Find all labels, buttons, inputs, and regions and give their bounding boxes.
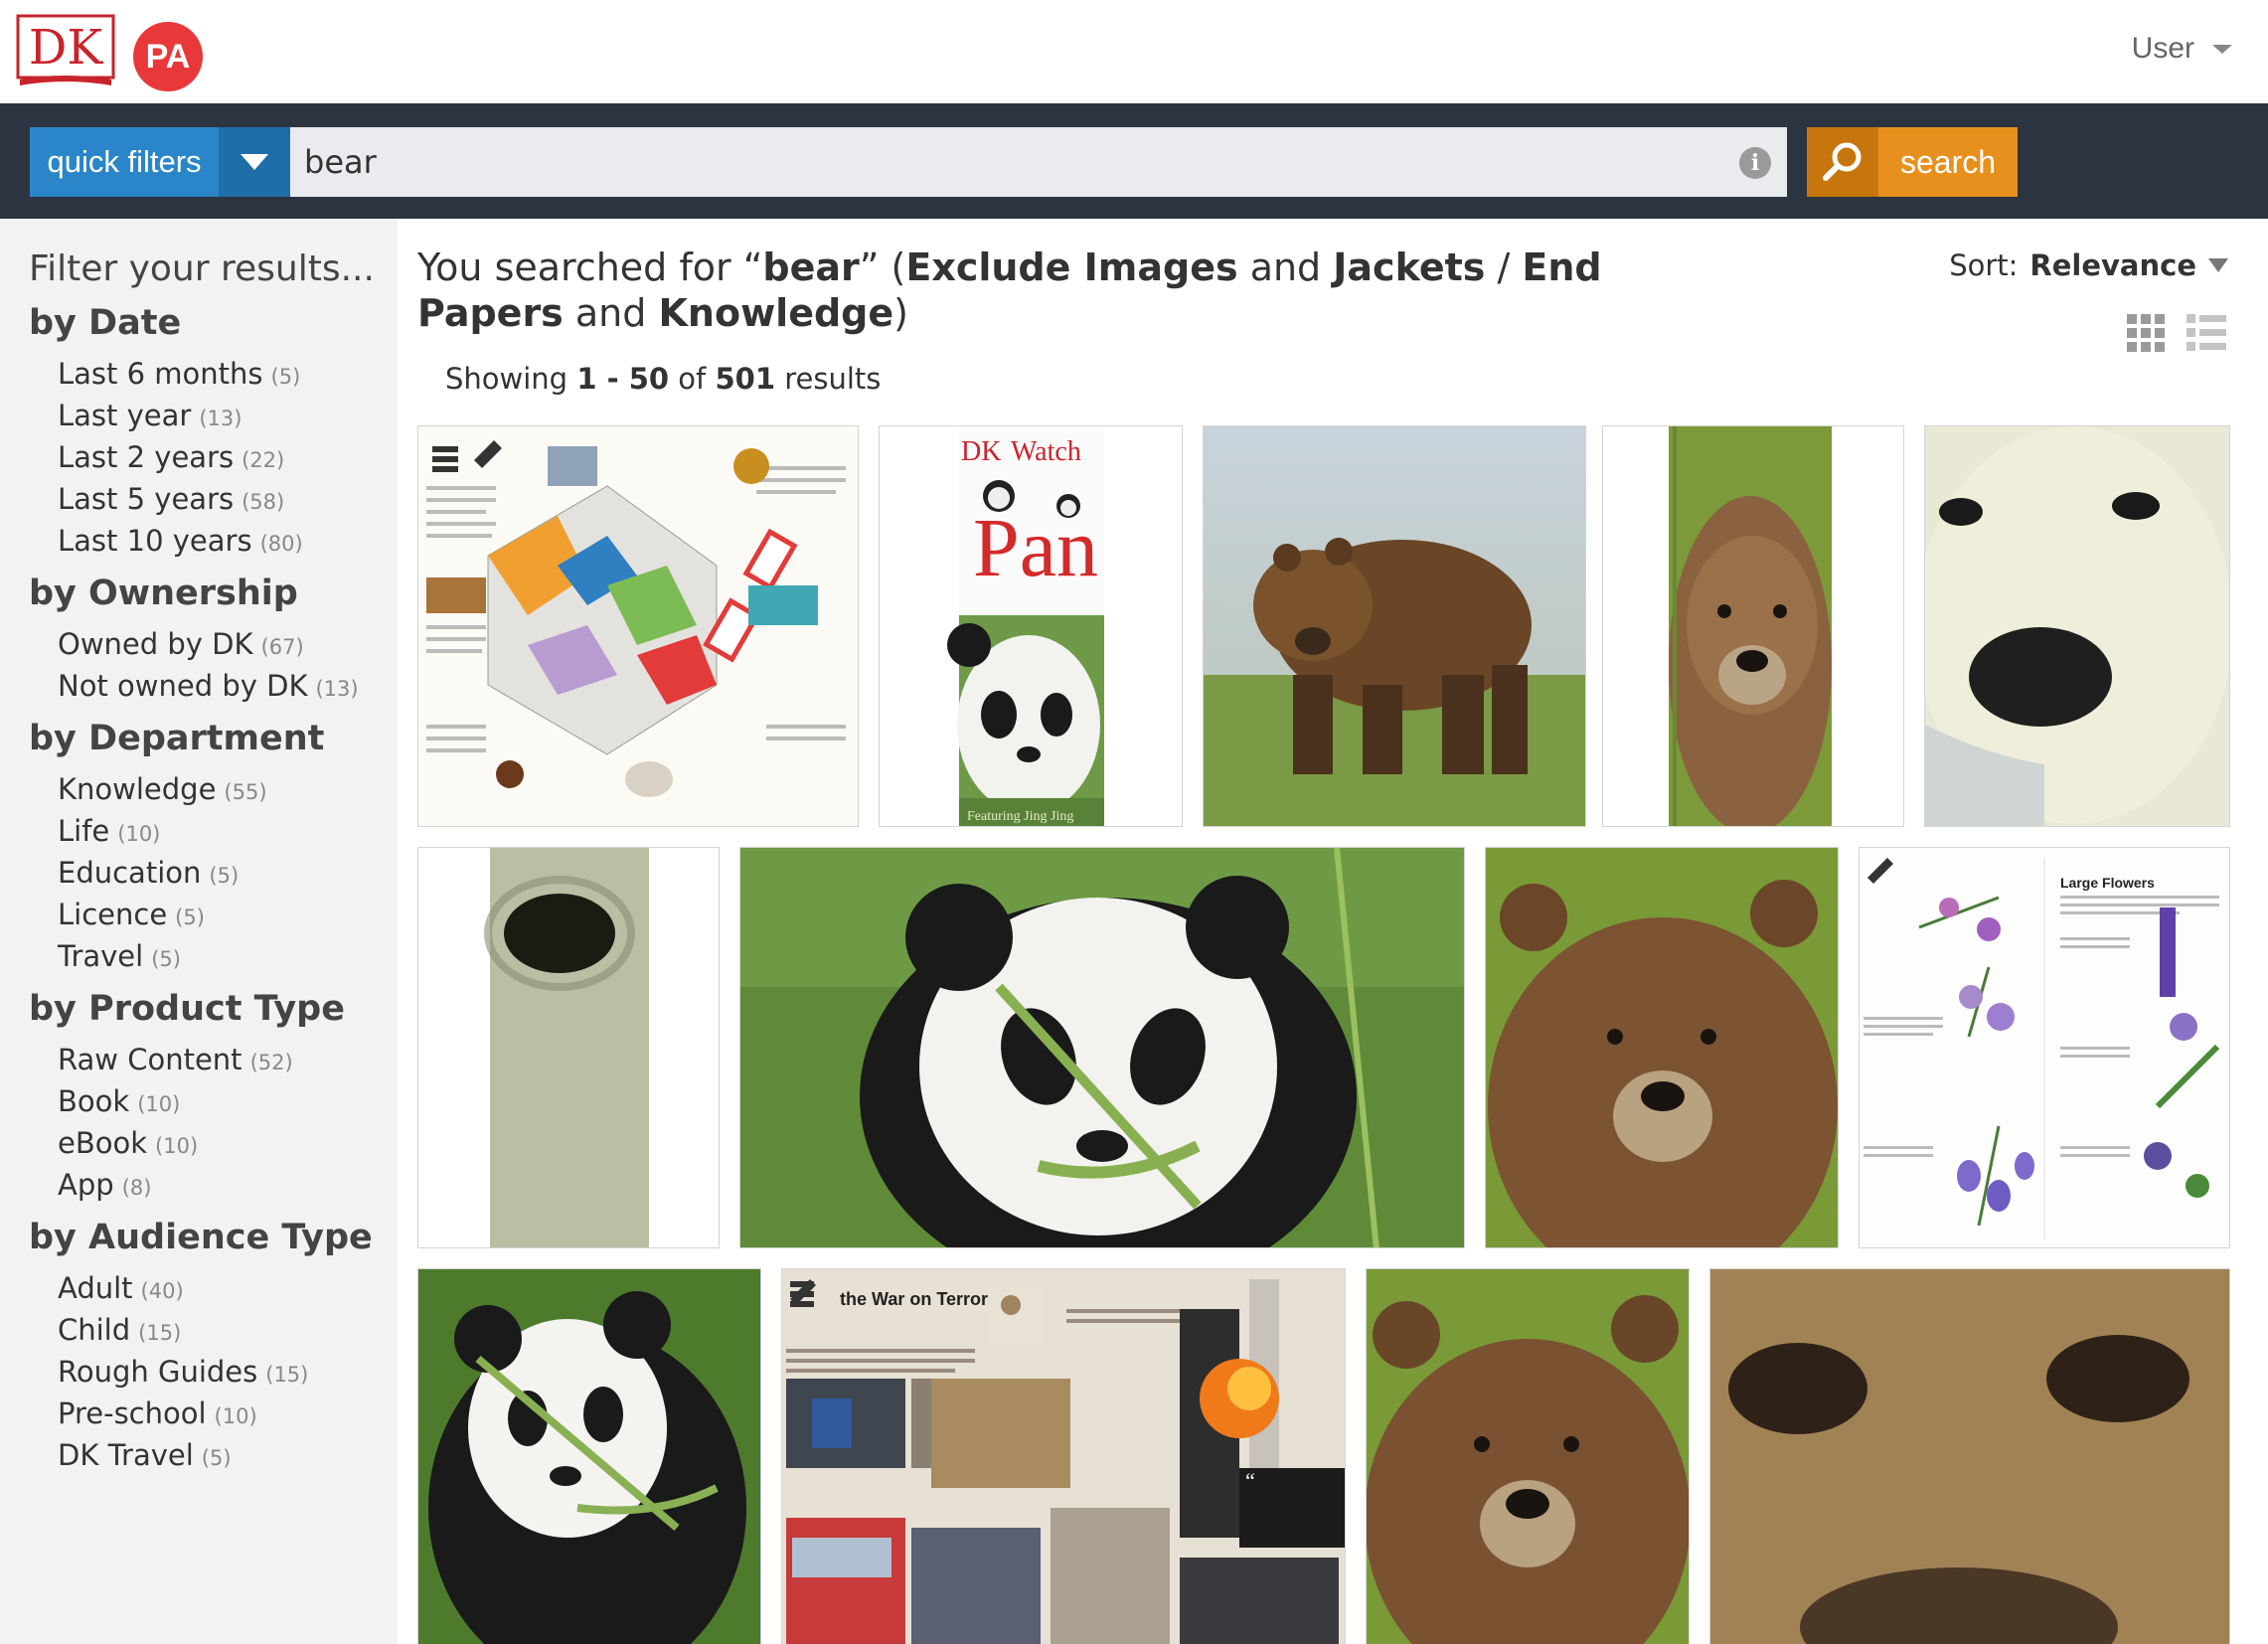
filter-option[interactable]: Last 5 years (58) (58, 478, 398, 520)
filter-option[interactable]: Licence (5) (58, 894, 398, 935)
filter-option[interactable]: App (8) (58, 1164, 398, 1206)
result-thumbnail-war-on-terror-spread[interactable]: the War on Terror “ (781, 1268, 1346, 1644)
grid-view-icon[interactable] (2127, 314, 2165, 352)
result-thumbnail-panda-book-cover[interactable]: DK Watch Pan Featuring Jing Jing (879, 425, 1183, 827)
filter-group-title: by Ownership (29, 574, 298, 613)
chevron-down-icon (2208, 258, 2228, 272)
result-thumbnail-brown-bear-portrait[interactable] (1602, 425, 1904, 827)
filter-group-ownership: Owned by DK (67) Not owned by DK (13) (29, 623, 398, 707)
filter-option[interactable]: Raw Content (52) (58, 1039, 398, 1080)
filter-option[interactable]: Life (10) (58, 810, 398, 852)
filter-option[interactable]: Owned by DK (67) (58, 623, 398, 665)
filter-option[interactable]: Education (5) (58, 852, 398, 894)
filter-option[interactable]: Adult (40) (58, 1267, 398, 1309)
filter-group-product-type: Raw Content (52) Book (10) eBook (10) App (8… (29, 1039, 398, 1206)
svg-text:the War on Terror: the War on Terror (840, 1289, 988, 1309)
search-query-text: bear (304, 143, 377, 181)
results-count: Showing 1 - 50 of 501 results (445, 362, 882, 396)
filter-group-date: Last 6 months (5) Last year (13) Last 2 ye… (29, 353, 398, 562)
quick-filters-dropdown[interactable]: quick filters (30, 127, 290, 197)
svg-text:Watch: Watch (1011, 436, 1081, 467)
filter-option[interactable]: Not owned by DK (13) (58, 665, 398, 707)
result-thumbnail-grizzly-walking[interactable] (1203, 425, 1586, 827)
filter-group-title: by Date (29, 303, 182, 343)
filter-option[interactable]: Child (15) (58, 1309, 398, 1351)
chevron-down-icon (2212, 44, 2232, 54)
top-bar: DK PA User (0, 0, 2268, 103)
search-input[interactable]: bear i (290, 127, 1787, 197)
filter-option[interactable]: Book (10) (58, 1080, 398, 1122)
svg-text:DK: DK (29, 20, 103, 76)
svg-text:“: “ (1245, 1468, 1255, 1493)
results-area: You searched for “bear” (Exclude Images … (398, 219, 2268, 1644)
filter-sidebar: Filter your results... by Date Last 6 mo… (0, 219, 398, 1644)
pa-badge[interactable]: PA (133, 22, 203, 91)
dk-logo[interactable]: DK (16, 14, 115, 87)
filter-option[interactable]: Rough Guides (15) (58, 1351, 398, 1393)
result-thumbnail-museum-spread[interactable] (417, 425, 859, 827)
svg-text:DK: DK (961, 436, 1001, 467)
filter-option[interactable]: Travel (5) (58, 935, 398, 977)
result-thumbnail-brown-bear-face[interactable] (1485, 847, 1839, 1248)
filter-option[interactable]: Last year (13) (58, 395, 398, 436)
user-menu[interactable]: User (2132, 32, 2232, 66)
result-thumbnail-polar-bear-closeup[interactable] (1924, 425, 2230, 827)
result-thumbnail-bear-eyes-closeup[interactable] (1709, 1268, 2230, 1644)
filter-option[interactable]: Last 6 months (5) (58, 353, 398, 395)
search-button[interactable]: search (1807, 127, 2018, 197)
chevron-down-icon (241, 154, 268, 170)
filter-group-department: Knowledge (55) Life (10) Education (5) Lice… (29, 768, 398, 977)
filter-option[interactable]: Knowledge (55) (58, 768, 398, 810)
filter-option[interactable]: Last 10 years (80) (58, 520, 398, 562)
svg-text:Pan: Pan (973, 502, 1098, 594)
user-label[interactable]: User (2132, 32, 2194, 66)
search-summary-heading: You searched for “bear” (Exclude Images … (417, 246, 1602, 335)
result-thumbnail-bear-face-green[interactable] (1366, 1268, 1690, 1644)
info-icon[interactable]: i (1739, 147, 1771, 179)
quick-filters-toggle[interactable] (219, 127, 290, 197)
magnifier-icon (1807, 127, 1878, 197)
filter-option[interactable]: Last 2 years (22) (58, 436, 398, 478)
svg-text:Large Flowers: Large Flowers (2060, 875, 2155, 891)
quick-filters-button[interactable]: quick filters (30, 127, 219, 197)
svg-text:Featuring Jing Jing: Featuring Jing Jing (967, 809, 1073, 824)
filter-option[interactable]: eBook (10) (58, 1122, 398, 1164)
filter-group-title: by Audience Type (29, 1218, 373, 1257)
filter-option[interactable]: Pre-school (10) (58, 1393, 398, 1434)
result-thumbnail-panda-eating[interactable] (417, 1268, 761, 1644)
filter-option[interactable]: DK Travel (5) (58, 1434, 398, 1476)
filter-group-title: by Department (29, 719, 325, 758)
sort-dropdown[interactable]: Sort: Relevance (1949, 248, 2228, 282)
list-view-icon[interactable] (2187, 314, 2226, 352)
result-thumbnail-giant-panda-bamboo[interactable] (739, 847, 1465, 1248)
search-button-label: search (1899, 143, 1997, 180)
filter-title: Filter your results... (29, 248, 375, 289)
result-thumbnail-flowers-page[interactable]: Large Flowers (1859, 847, 2230, 1248)
filter-group-title: by Product Type (29, 989, 345, 1029)
search-bar: quick filters bear i search (0, 103, 2268, 219)
filter-group-audience-type: Adult (40) Child (15) Rough Guides (15) Pre… (29, 1267, 398, 1476)
result-thumbnail-polar-bear-eye[interactable] (417, 847, 720, 1248)
